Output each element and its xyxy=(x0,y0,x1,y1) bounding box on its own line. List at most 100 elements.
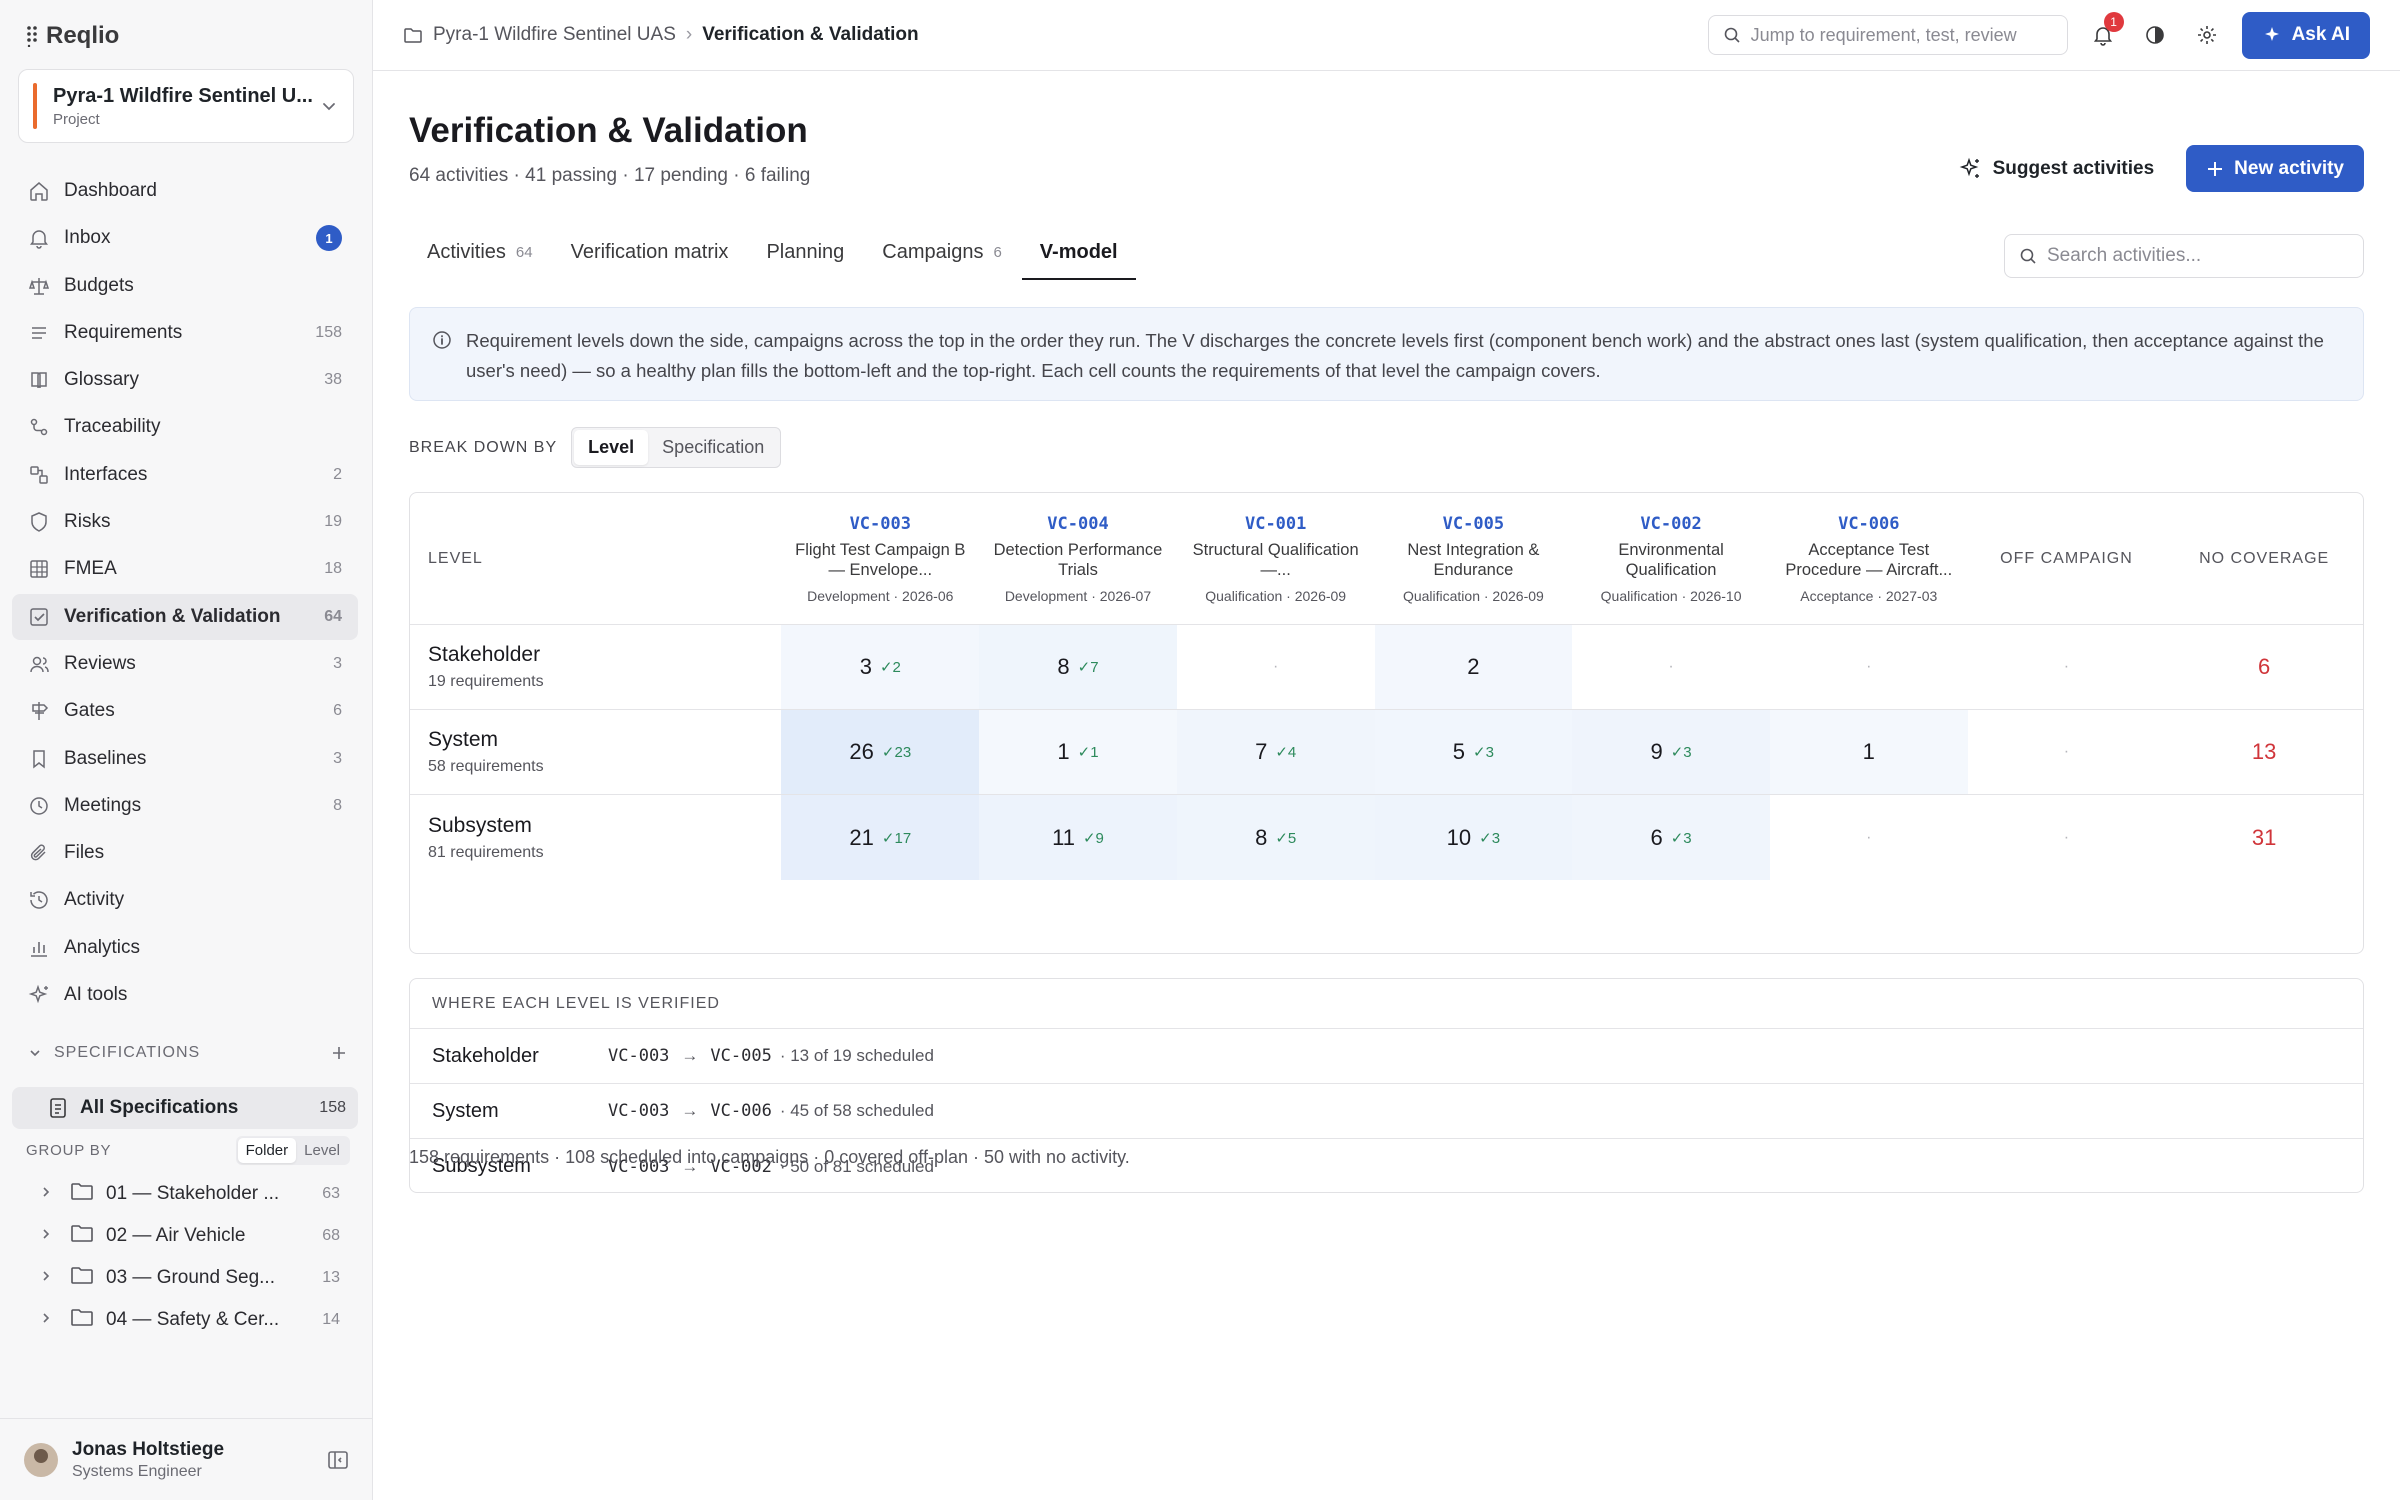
campaign-column-header[interactable]: VC-003 Flight Test Campaign B — Envelope… xyxy=(781,493,979,624)
last-campaign-id[interactable]: VC-005 xyxy=(710,1046,771,1066)
tab-v-model[interactable]: V-model xyxy=(1021,226,1136,280)
tab-campaigns[interactable]: Campaigns 6 xyxy=(864,226,1020,280)
chevron-right-icon[interactable] xyxy=(40,1225,56,1247)
search-activities-input[interactable]: Search activities... xyxy=(2004,234,2364,278)
sidebar-item-gates[interactable]: Gates 6 xyxy=(12,688,358,734)
tab-verification-matrix[interactable]: Verification matrix xyxy=(553,226,747,280)
group-by-level[interactable]: Level xyxy=(296,1138,348,1163)
sidebar-item-baselines[interactable]: Baselines 3 xyxy=(12,736,358,782)
chevron-right-icon[interactable] xyxy=(40,1267,56,1289)
sidebar-item-risks[interactable]: Risks 19 xyxy=(12,499,358,545)
specification-folder[interactable]: 02 — Air Vehicle 68 xyxy=(40,1215,340,1257)
specification-folder[interactable]: 04 — Safety & Cer... 14 xyxy=(40,1299,340,1341)
matrix-cell[interactable]: 6 ✓3 xyxy=(1572,795,1770,880)
campaign-id[interactable]: VC-002 xyxy=(1640,514,1701,534)
theme-toggle-button[interactable] xyxy=(2138,18,2172,52)
sidebar-item-count: 8 xyxy=(333,796,342,814)
sidebar-item-fmea[interactable]: FMEA 18 xyxy=(12,546,358,592)
sidebar-item-ai-tools[interactable]: AI tools xyxy=(12,972,358,1018)
cell-passing-count: ✓9 xyxy=(1082,829,1104,847)
chevron-down-icon[interactable] xyxy=(28,1046,42,1060)
home-icon xyxy=(28,180,50,202)
matrix-cell[interactable]: 10 ✓3 xyxy=(1374,795,1573,880)
matrix-cell[interactable]: 11 ✓9 xyxy=(979,795,1177,880)
no-coverage-cell[interactable]: 6 xyxy=(2165,625,2363,709)
sidebar-item-budgets[interactable]: Budgets xyxy=(12,263,358,309)
matrix-cell[interactable]: 2 xyxy=(1374,625,1573,709)
empty-marker: · xyxy=(1866,828,1872,846)
sidebar-item-dashboard[interactable]: Dashboard xyxy=(12,168,358,214)
specifications-header: SPECIFICATIONS xyxy=(28,1044,348,1062)
breadcrumb-project[interactable]: Pyra-1 Wildfire Sentinel UAS xyxy=(433,24,676,46)
campaign-column-header[interactable]: VC-002 Environmental Qualification Quali… xyxy=(1572,493,1770,624)
collapse-sidebar-icon[interactable] xyxy=(327,1449,349,1471)
campaign-column-header[interactable]: VC-001 Structural Qualification —... Qua… xyxy=(1177,493,1375,624)
notifications-button[interactable]: 1 xyxy=(2086,12,2124,52)
matrix-cell[interactable]: 7 ✓4 xyxy=(1176,710,1375,794)
campaign-name: Acceptance Test Procedure — Aircraft... xyxy=(1785,540,1953,579)
chevron-right-icon[interactable] xyxy=(40,1309,56,1331)
sidebar-item-traceability[interactable]: Traceability xyxy=(12,404,358,450)
sidebar-item-files[interactable]: Files xyxy=(12,830,358,876)
all-specifications-label: All Specifications xyxy=(80,1097,239,1118)
project-color-bar xyxy=(33,83,37,129)
suggest-activities-button[interactable]: Suggest activities xyxy=(1949,145,2165,192)
campaign-meta: Development · 2026-06 xyxy=(807,587,954,604)
tab-planning[interactable]: Planning xyxy=(748,226,862,280)
add-specification-icon[interactable] xyxy=(330,1044,348,1062)
specification-folder[interactable]: 01 — Stakeholder ... 63 xyxy=(40,1173,340,1215)
campaign-id[interactable]: VC-004 xyxy=(1047,514,1108,534)
matrix-header-row: LEVEL VC-003 Flight Test Campaign B — En… xyxy=(410,493,2363,625)
first-campaign-id[interactable]: VC-003 xyxy=(608,1046,669,1066)
sidebar-item-interfaces[interactable]: Interfaces 2 xyxy=(12,452,358,498)
matrix-cell[interactable]: 8 ✓5 xyxy=(1176,795,1375,880)
empty-marker: · xyxy=(2063,743,2070,760)
matrix-cell[interactable]: 26 ✓23 xyxy=(781,710,980,794)
tab-activities[interactable]: Activities 64 xyxy=(409,226,551,280)
ask-ai-button[interactable]: Ask AI xyxy=(2241,11,2370,59)
group-by-folder[interactable]: Folder xyxy=(237,1138,297,1163)
campaign-id[interactable]: VC-001 xyxy=(1245,514,1306,534)
matrix-cell[interactable]: 5 ✓3 xyxy=(1374,710,1573,794)
project-switcher[interactable]: Pyra-1 Wildfire Sentinel U... Project xyxy=(18,69,354,143)
app-logo[interactable]: Reqlio xyxy=(26,22,119,50)
campaign-column-header[interactable]: VC-005 Nest Integration & Endurance Qual… xyxy=(1375,493,1573,624)
all-specifications-item[interactable]: All Specifications 158 xyxy=(12,1087,358,1129)
matrix-cell[interactable]: 21 ✓17 xyxy=(781,795,980,880)
sidebar-item-meetings[interactable]: Meetings 8 xyxy=(12,783,358,829)
jump-search-input[interactable]: Jump to requirement, test, review xyxy=(1707,15,2068,55)
settings-button[interactable] xyxy=(2190,18,2224,52)
breakdown-level-option[interactable]: Level xyxy=(574,430,649,465)
campaign-id[interactable]: VC-005 xyxy=(1443,514,1504,534)
campaign-id[interactable]: VC-006 xyxy=(1838,514,1899,534)
matrix-cell[interactable]: 1 xyxy=(1769,710,1968,794)
sidebar-item-reviews[interactable]: Reviews 3 xyxy=(12,641,358,687)
no-coverage-cell[interactable]: 13 xyxy=(2165,710,2363,794)
sidebar-item-activity[interactable]: Activity xyxy=(12,877,358,923)
matrix-cell[interactable]: 1 ✓1 xyxy=(979,710,1177,794)
matrix-cell[interactable]: 9 ✓3 xyxy=(1572,710,1770,794)
sidebar-item-count: 38 xyxy=(324,371,342,389)
campaign-column-header[interactable]: VC-006 Acceptance Test Procedure — Aircr… xyxy=(1770,493,1968,624)
sidebar-item-inbox[interactable]: Inbox 1 xyxy=(12,215,358,261)
new-activity-button[interactable]: New activity xyxy=(2186,145,2364,192)
sidebar-item-glossary[interactable]: Glossary 38 xyxy=(12,357,358,403)
cell-count: 5 xyxy=(1452,739,1466,764)
matrix-cell[interactable]: 3 ✓2 xyxy=(781,625,980,709)
sidebar-item-requirements[interactable]: Requirements 158 xyxy=(12,310,358,356)
first-campaign-id[interactable]: VC-003 xyxy=(608,1101,669,1121)
last-campaign-id[interactable]: VC-006 xyxy=(710,1101,771,1121)
sidebar-item-verification-and-validation[interactable]: Verification & Validation 64 xyxy=(12,593,358,640)
matrix-cell[interactable]: 8 ✓7 xyxy=(979,625,1177,709)
chevron-right-icon[interactable] xyxy=(40,1183,56,1205)
book-icon xyxy=(28,369,50,391)
campaign-column-header[interactable]: VC-004 Detection Performance Trials Deve… xyxy=(979,493,1177,624)
cell-count: 2 xyxy=(1467,654,1480,679)
breakdown-specification-option[interactable]: Specification xyxy=(648,430,778,465)
folder-list: 01 — Stakeholder ... 63 02 — Air Vehicle… xyxy=(40,1173,340,1341)
no-coverage-cell[interactable]: 31 xyxy=(2165,795,2363,880)
campaign-id[interactable]: VC-003 xyxy=(850,514,911,534)
sidebar-item-analytics[interactable]: Analytics xyxy=(12,925,358,971)
user-profile[interactable]: Jonas Holtstiege Systems Engineer xyxy=(0,1418,373,1500)
specification-folder[interactable]: 03 — Ground Seg... 13 xyxy=(40,1257,340,1299)
